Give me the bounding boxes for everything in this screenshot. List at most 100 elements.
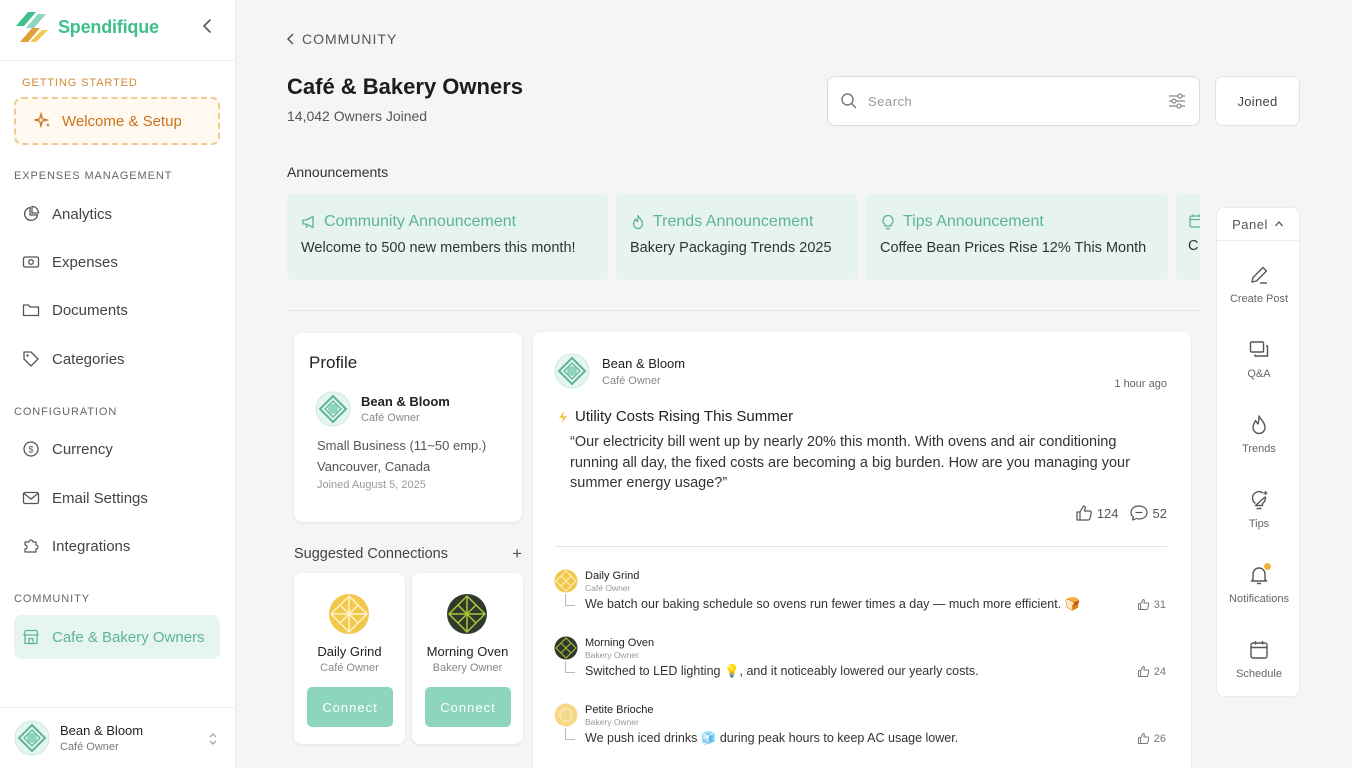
user-role: Café Owner bbox=[60, 741, 119, 753]
avatar bbox=[554, 636, 578, 660]
sidebar-item-integrations[interactable]: Integrations bbox=[14, 526, 220, 566]
like-count: 124 bbox=[1096, 505, 1119, 521]
panel-item-label: Trends bbox=[1242, 443, 1276, 455]
filter-sliders-icon[interactable] bbox=[1167, 91, 1187, 111]
panel-title: Panel bbox=[1232, 216, 1268, 232]
post-title-text: Utility Costs Rising This Summer bbox=[575, 408, 794, 425]
panel-trends[interactable]: Trends bbox=[1217, 414, 1301, 455]
store-icon bbox=[22, 628, 40, 646]
post-author[interactable]: Bean & Bloom Café Owner bbox=[554, 353, 685, 389]
user-name: Bean & Bloom bbox=[60, 723, 144, 738]
notification-dot bbox=[1264, 563, 1271, 570]
post-title: Utility Costs Rising This Summer bbox=[557, 408, 793, 425]
announcement-card-more[interactable]: C bbox=[1176, 194, 1200, 280]
comment-role: Bakery Owner bbox=[585, 717, 639, 727]
divider bbox=[0, 60, 236, 61]
money-icon bbox=[22, 253, 40, 271]
comment-button[interactable]: 52 bbox=[1129, 504, 1167, 522]
breadcrumb[interactable]: COMMUNITY bbox=[286, 31, 397, 47]
comment-role: Bakery Owner bbox=[585, 650, 639, 660]
sidebar-item-cafe-bakery-owners[interactable]: Cafe & Bakery Owners bbox=[14, 615, 220, 659]
suggestion-card: Daily Grind Café Owner Connect bbox=[294, 573, 405, 744]
panel-tips[interactable]: Tips bbox=[1217, 489, 1301, 530]
thumbs-up-icon bbox=[1137, 665, 1150, 678]
sidebar-item-categories[interactable]: Categories bbox=[14, 339, 220, 379]
megaphone-icon bbox=[301, 214, 317, 230]
announcement-card-trends[interactable]: Trends Announcement Bakery Packaging Tre… bbox=[616, 194, 858, 280]
reply-connector bbox=[565, 594, 575, 606]
comment-role: Café Owner bbox=[585, 583, 631, 593]
panel-item-label: Tips bbox=[1248, 518, 1270, 530]
suggestion-role: Bakery Owner bbox=[432, 662, 503, 674]
announcement-text: C bbox=[1188, 238, 1199, 254]
current-user[interactable]: Bean & Bloom Café Owner bbox=[0, 707, 236, 768]
suggestion-card: Morning Oven Bakery Owner Connect bbox=[412, 573, 523, 744]
panel-qa[interactable]: Q&A bbox=[1217, 339, 1301, 380]
panel-toggle[interactable]: Panel bbox=[1217, 208, 1299, 241]
comment-author: Morning Oven bbox=[585, 637, 655, 649]
lightbulb-icon bbox=[1248, 489, 1270, 511]
suggestion-role: Café Owner bbox=[320, 662, 379, 674]
add-connection-icon[interactable]: + bbox=[512, 544, 522, 564]
comment-like-button[interactable]: 26 bbox=[1137, 732, 1166, 745]
announcement-title: Community Announcement bbox=[324, 213, 517, 230]
comment-author: Petite Brioche bbox=[585, 704, 654, 716]
profile-business: Small Business (11~50 emp.) bbox=[317, 438, 487, 453]
section-getting-started: GETTING STARTED bbox=[22, 77, 138, 89]
calendar-icon bbox=[1248, 639, 1270, 661]
sidebar-item-currency[interactable]: $ Currency bbox=[14, 429, 220, 469]
profile-card: Profile Bean & Bloom Café Owner Small Bu… bbox=[294, 333, 522, 522]
pie-chart-icon bbox=[22, 205, 40, 223]
avatar bbox=[554, 353, 590, 389]
tag-icon bbox=[22, 350, 40, 368]
flame-icon bbox=[1248, 414, 1270, 436]
profile-joined: Joined August 5, 2025 bbox=[317, 479, 426, 491]
profile-location: Vancouver, Canada bbox=[317, 459, 431, 474]
sidebar-item-expenses[interactable]: Expenses bbox=[14, 242, 220, 282]
sidebar-item-label: Currency bbox=[52, 440, 113, 458]
breadcrumb-label: COMMUNITY bbox=[302, 31, 398, 47]
page-title: Café & Bakery Owners bbox=[287, 74, 523, 99]
comment-like-button[interactable]: 24 bbox=[1137, 665, 1166, 678]
joined-button[interactable]: Joined bbox=[1215, 76, 1300, 126]
sidebar-item-email-settings[interactable]: Email Settings bbox=[14, 478, 220, 518]
collapse-sidebar-icon[interactable] bbox=[198, 16, 218, 36]
suggested-connections-header: Suggested Connections + bbox=[294, 544, 522, 564]
sidebar-item-label: Integrations bbox=[52, 537, 131, 555]
post-stats: 124 52 bbox=[1075, 504, 1167, 522]
sidebar: Spendifique GETTING STARTED Welcome & Se… bbox=[0, 0, 236, 768]
comment-like-button[interactable]: 31 bbox=[1137, 598, 1166, 611]
chevron-updown-icon[interactable] bbox=[208, 732, 218, 746]
sidebar-item-documents[interactable]: Documents bbox=[14, 290, 220, 330]
avatar bbox=[554, 703, 578, 727]
announcements-carousel[interactable]: Community Announcement Welcome to 500 ne… bbox=[287, 194, 1200, 280]
sidebar-item-label: Email Settings bbox=[52, 489, 148, 507]
announcement-text: Coffee Bean Prices Rise 12% This Month bbox=[880, 240, 1147, 256]
panel-schedule[interactable]: Schedule bbox=[1217, 639, 1301, 680]
profile-user[interactable]: Bean & Bloom Café Owner bbox=[315, 391, 450, 427]
announcement-card-community[interactable]: Community Announcement Welcome to 500 ne… bbox=[287, 194, 608, 280]
panel-create-post[interactable]: Create Post bbox=[1217, 264, 1301, 305]
announcement-card-tips[interactable]: Tips Announcement Coffee Bean Prices Ris… bbox=[866, 194, 1168, 280]
welcome-setup-button[interactable]: Welcome & Setup bbox=[14, 97, 220, 145]
panel-item-label: Notifications bbox=[1229, 593, 1289, 605]
avatar bbox=[315, 391, 351, 427]
search-input[interactable] bbox=[868, 93, 1157, 109]
puzzle-icon bbox=[22, 537, 40, 555]
sidebar-item-label: Analytics bbox=[52, 205, 113, 223]
profile-name: Bean & Bloom bbox=[361, 394, 450, 409]
sparkle-icon bbox=[34, 112, 50, 129]
comment-author: Daily Grind bbox=[585, 570, 640, 582]
brand[interactable]: Spendifique bbox=[14, 10, 159, 44]
bell-icon bbox=[1248, 563, 1271, 586]
comment-like-count: 31 bbox=[1153, 598, 1166, 611]
panel-notifications[interactable]: Notifications bbox=[1217, 563, 1301, 605]
announcements-heading: Announcements bbox=[287, 164, 389, 180]
sidebar-item-analytics[interactable]: Analytics bbox=[14, 194, 220, 234]
sidebar-item-label: Expenses bbox=[52, 253, 118, 271]
chevron-up-icon bbox=[1274, 221, 1283, 227]
like-button[interactable]: 124 bbox=[1075, 504, 1119, 522]
connect-button[interactable]: Connect bbox=[425, 687, 511, 727]
suggestion-name: Daily Grind bbox=[317, 644, 382, 659]
connect-button[interactable]: Connect bbox=[307, 687, 393, 727]
